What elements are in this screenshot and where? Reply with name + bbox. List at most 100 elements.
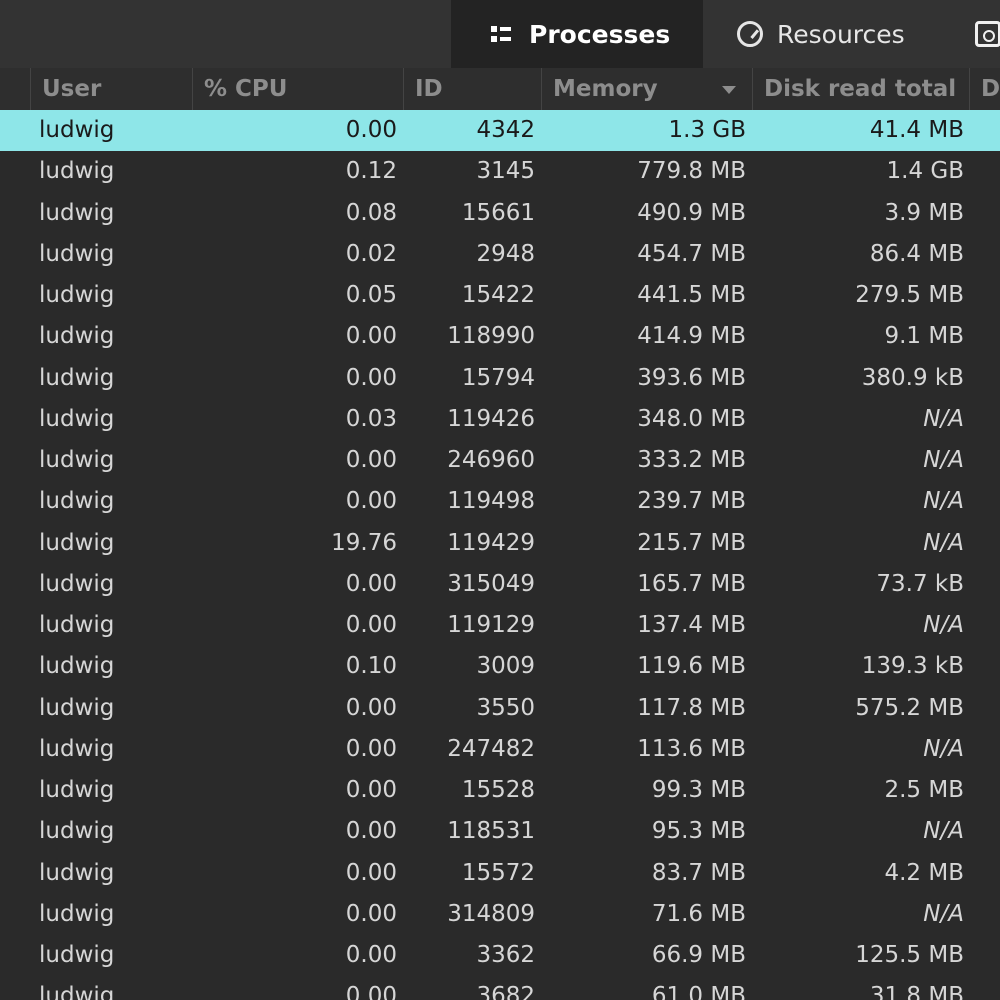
- cell-disk-read: N/A: [923, 612, 964, 638]
- column-header-user-label: User: [42, 76, 102, 102]
- cell-id: 119498: [447, 488, 535, 515]
- cell-memory: 137.4 MB: [637, 612, 746, 638]
- cell-id: 3550: [476, 694, 535, 721]
- cell-id: 15794: [461, 364, 535, 391]
- table-row[interactable]: ludwig 0.00 119129 137.4 MB N/A: [0, 605, 1000, 646]
- table-row[interactable]: ludwig 0.00 315049 165.7 MB 73.7 kB: [0, 564, 1000, 605]
- tab-resources-label: Resources: [777, 19, 905, 49]
- table-row[interactable]: ludwig 0.12 3145 779.8 MB 1.4 GB: [0, 151, 1000, 192]
- cell-disk-read: 9.1 MB: [884, 323, 964, 350]
- cell-user: ludwig: [39, 942, 115, 968]
- cell-user: ludwig: [39, 158, 115, 185]
- cell-memory: 490.9 MB: [637, 199, 746, 226]
- column-header-disk-read-total[interactable]: Disk read total: [752, 68, 969, 110]
- cell-memory: 215.7 MB: [637, 529, 746, 556]
- cell-disk-read: 575.2 MB: [855, 694, 964, 721]
- cell-id: 246960: [447, 447, 535, 473]
- cell-id: 118990: [447, 323, 535, 350]
- process-list[interactable]: ludwig 0.00 4342 1.3 GB 41.4 MB ludwig 0.12 314…: [0, 110, 1000, 1000]
- cell-cpu: 0.00: [345, 859, 397, 886]
- cell-user: ludwig: [39, 447, 115, 473]
- cell-memory: 83.7 MB: [651, 859, 746, 886]
- cell-cpu: 0.00: [345, 323, 397, 350]
- cell-user: ludwig: [39, 117, 115, 143]
- cell-memory: 454.7 MB: [637, 240, 746, 267]
- column-header-disk-read-label: Disk read total: [764, 76, 957, 102]
- cell-id: 15422: [461, 282, 535, 308]
- table-row[interactable]: ludwig 0.00 3682 61.0 MB 31.8 MB: [0, 976, 1000, 1000]
- cell-disk-read: N/A: [923, 735, 964, 762]
- cell-user: ludwig: [39, 983, 115, 1000]
- tab-processes[interactable]: Processes: [451, 0, 703, 68]
- cell-cpu: 0.00: [345, 694, 397, 721]
- table-row[interactable]: ludwig 0.00 3550 117.8 MB 575.2 MB: [0, 688, 1000, 729]
- tab-resources[interactable]: Resources: [703, 0, 955, 68]
- cell-id: 314809: [447, 900, 535, 927]
- table-row[interactable]: ludwig 0.00 314809 71.6 MB N/A: [0, 894, 1000, 935]
- column-header-user[interactable]: User: [30, 68, 192, 110]
- cell-cpu: 0.00: [345, 488, 397, 515]
- table-row[interactable]: ludwig 0.00 15528 99.3 MB 2.5 MB: [0, 770, 1000, 811]
- cell-memory: 348.0 MB: [637, 405, 746, 432]
- table-row[interactable]: ludwig 0.00 247482 113.6 MB N/A: [0, 729, 1000, 770]
- cell-cpu: 0.12: [345, 158, 397, 185]
- cell-cpu: 0.02: [345, 240, 397, 267]
- cell-disk-read: N/A: [923, 900, 964, 927]
- header-bar: Processes Resources: [0, 0, 1000, 68]
- table-row[interactable]: ludwig 0.00 15794 393.6 MB 380.9 kB: [0, 358, 1000, 399]
- column-header-cpu-label: % CPU: [204, 76, 288, 102]
- table-row[interactable]: ludwig 0.00 118531 95.3 MB N/A: [0, 811, 1000, 852]
- cell-disk-read: 3.9 MB: [884, 199, 964, 226]
- column-header-id[interactable]: ID: [403, 68, 541, 110]
- cell-cpu: 0.00: [345, 735, 397, 762]
- cell-id: 3682: [476, 983, 535, 1000]
- cell-user: ludwig: [39, 323, 115, 350]
- cell-user: ludwig: [39, 859, 115, 886]
- table-row[interactable]: ludwig 0.05 15422 441.5 MB 279.5 MB: [0, 275, 1000, 316]
- cell-memory: 441.5 MB: [637, 282, 746, 308]
- cell-id: 4342: [476, 117, 535, 143]
- cell-memory: 1.3 GB: [668, 117, 747, 143]
- table-row[interactable]: ludwig 0.10 3009 119.6 MB 139.3 kB: [0, 646, 1000, 687]
- table-row[interactable]: ludwig 0.00 246960 333.2 MB N/A: [0, 440, 1000, 481]
- cell-id: 247482: [447, 735, 535, 762]
- cell-user: ludwig: [39, 777, 115, 803]
- cell-id: 3145: [476, 158, 535, 185]
- cell-cpu: 0.08: [345, 199, 397, 226]
- table-row[interactable]: ludwig 0.00 119498 239.7 MB N/A: [0, 481, 1000, 522]
- cell-memory: 113.6 MB: [637, 735, 746, 762]
- cell-memory: 66.9 MB: [651, 942, 746, 968]
- cell-cpu: 0.10: [345, 653, 397, 680]
- cell-disk-read: 86.4 MB: [869, 240, 964, 267]
- cell-disk-read: N/A: [923, 818, 964, 845]
- table-row[interactable]: ludwig 19.76 119429 215.7 MB N/A: [0, 523, 1000, 564]
- table-row[interactable]: ludwig 0.00 118990 414.9 MB 9.1 MB: [0, 316, 1000, 357]
- cell-user: ludwig: [39, 612, 115, 638]
- cell-user: ludwig: [39, 570, 115, 597]
- table-row[interactable]: ludwig 0.00 15572 83.7 MB 4.2 MB: [0, 853, 1000, 894]
- cell-disk-read: N/A: [923, 488, 964, 515]
- cell-user: ludwig: [39, 529, 115, 556]
- table-row[interactable]: ludwig 0.08 15661 490.9 MB 3.9 MB: [0, 193, 1000, 234]
- system-monitor-window: Processes Resources User % CPU ID Memory…: [0, 0, 1000, 1000]
- table-row[interactable]: ludwig 0.03 119426 348.0 MB N/A: [0, 399, 1000, 440]
- column-header-cpu[interactable]: % CPU: [192, 68, 403, 110]
- cell-cpu: 0.00: [345, 117, 397, 143]
- column-header-disk-write[interactable]: D: [969, 68, 1000, 110]
- cell-memory: 165.7 MB: [637, 570, 746, 597]
- cell-id: 3362: [476, 942, 535, 968]
- cell-user: ludwig: [39, 900, 115, 927]
- cell-disk-read: 73.7 kB: [876, 570, 964, 597]
- cell-memory: 61.0 MB: [651, 983, 746, 1000]
- table-row[interactable]: ludwig 0.00 4342 1.3 GB 41.4 MB: [0, 110, 1000, 152]
- column-header-memory[interactable]: Memory: [541, 68, 752, 110]
- cell-cpu: 0.00: [345, 983, 397, 1000]
- cell-cpu: 0.00: [345, 900, 397, 927]
- cell-disk-read: 380.9 kB: [861, 364, 964, 391]
- cell-id: 15661: [461, 199, 535, 226]
- table-row[interactable]: ludwig 0.00 3362 66.9 MB 125.5 MB: [0, 935, 1000, 976]
- table-row[interactable]: ludwig 0.02 2948 454.7 MB 86.4 MB: [0, 234, 1000, 275]
- cell-disk-read: 31.8 MB: [869, 983, 964, 1000]
- cell-cpu: 0.00: [345, 942, 397, 968]
- tab-file-systems[interactable]: [955, 0, 1000, 68]
